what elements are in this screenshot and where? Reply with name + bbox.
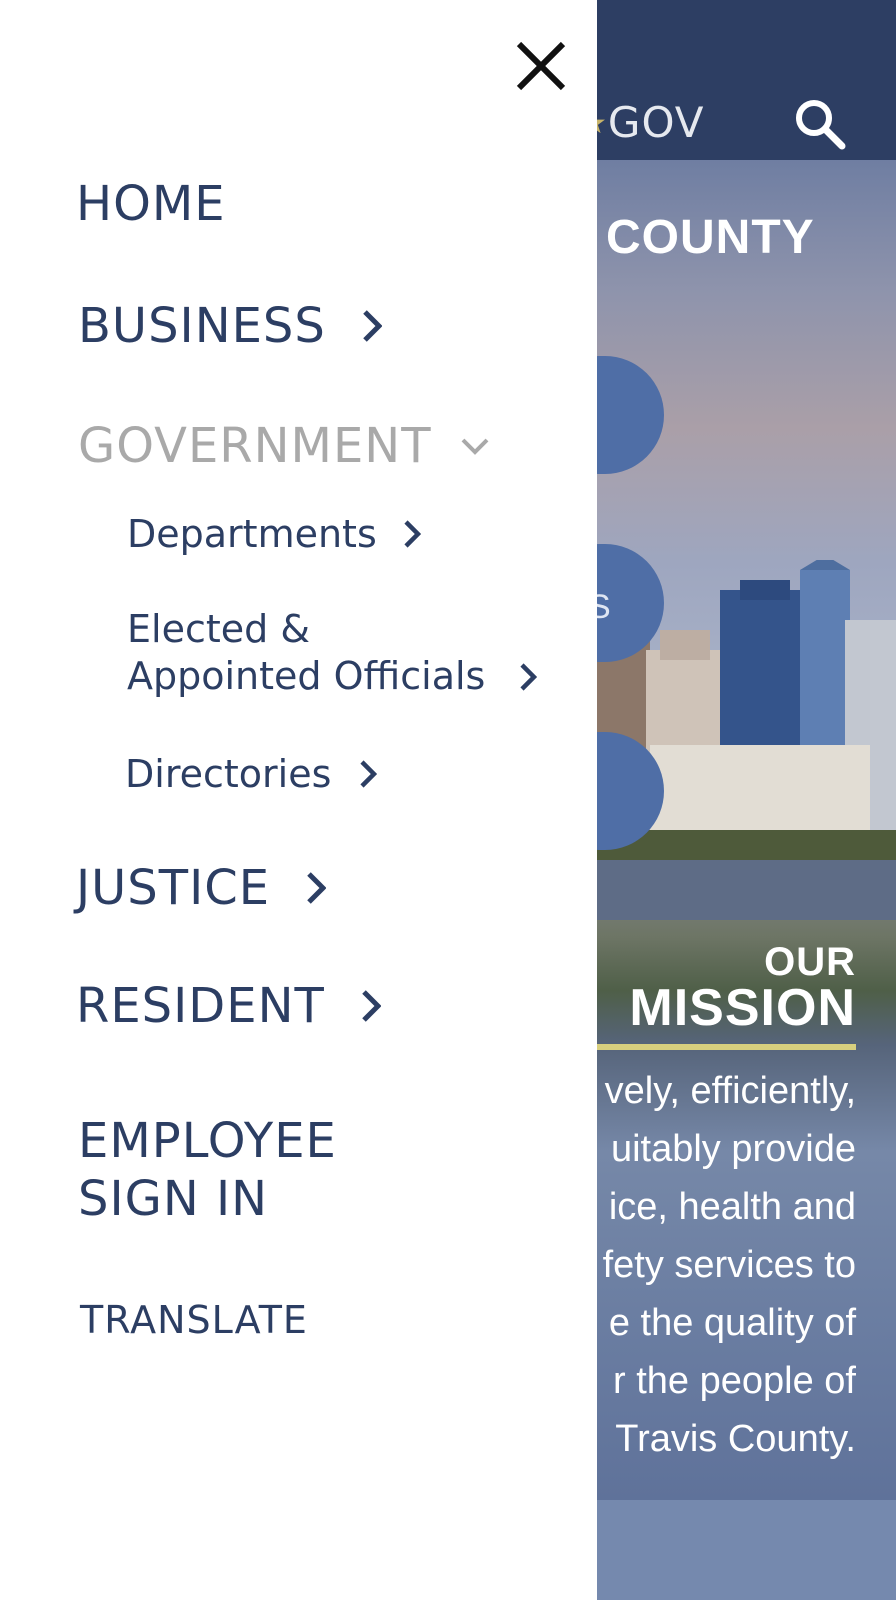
menu-item-translate[interactable]: TRANSLATE [80, 1298, 308, 1342]
submenu-item-elected-officials[interactable]: Elected & Appointed Officials [127, 606, 538, 700]
chevron-right-icon [362, 990, 381, 1022]
mission-text-line: r the people of [613, 1360, 856, 1402]
menu-item-justice[interactable]: JUSTICE [76, 860, 327, 916]
chevron-right-icon [520, 663, 538, 691]
hero-heading: COUNTY [606, 211, 815, 264]
mission-text-line: ice, health and [608, 1186, 856, 1228]
submenu-item-label: Elected & [127, 607, 310, 651]
mission-text-line: e the quality of [608, 1302, 856, 1344]
menu-item-label: EMPLOYEE [78, 1113, 337, 1169]
menu-item-label: JUSTICE [76, 860, 271, 916]
chevron-right-icon [363, 310, 382, 342]
submenu-item-label: Appointed Officials [127, 654, 486, 698]
menu-item-label: BUSINESS [78, 298, 326, 354]
menu-item-resident[interactable]: RESIDENT [76, 978, 381, 1034]
chevron-right-icon [404, 520, 421, 548]
menu-item-label: SIGN IN [78, 1171, 269, 1227]
site-logo[interactable]: ★GOV [580, 98, 705, 147]
mission-text-line: Travis County. [615, 1418, 856, 1460]
menu-item-label: HOME [76, 176, 226, 232]
menu-item-business[interactable]: BUSINESS [78, 298, 382, 354]
mission-text-line: fety services to [602, 1244, 856, 1286]
chevron-down-icon [461, 438, 488, 455]
submenu-item-departments[interactable]: Departments [127, 512, 421, 556]
menu-item-label: RESIDENT [76, 978, 325, 1034]
search-icon[interactable] [790, 94, 850, 154]
chevron-right-icon [360, 760, 378, 788]
mission-divider [596, 1044, 856, 1050]
menu-item-home[interactable]: HOME [76, 176, 226, 232]
navigation-drawer: HOME BUSINESS GOVERNMENT Departments Ele… [0, 0, 597, 1600]
chevron-right-icon [307, 872, 327, 904]
submenu-item-label: Departments [127, 512, 377, 556]
site-logo-text: GOV [607, 98, 705, 147]
menu-item-label: TRANSLATE [80, 1298, 308, 1342]
menu-item-label: GOVERNMENT [78, 418, 432, 474]
close-icon[interactable] [511, 38, 571, 94]
submenu-item-label: Directories [125, 752, 332, 796]
submenu-item-directories[interactable]: Directories [125, 752, 378, 796]
mission-title: MISSION [629, 979, 856, 1037]
menu-item-employee-sign-in[interactable]: EMPLOYEE SIGN IN [78, 1112, 337, 1228]
menu-item-government[interactable]: GOVERNMENT [78, 418, 490, 474]
mission-text-line: uitably provide [610, 1128, 856, 1170]
mission-text-line: vely, efficiently, [604, 1070, 856, 1112]
